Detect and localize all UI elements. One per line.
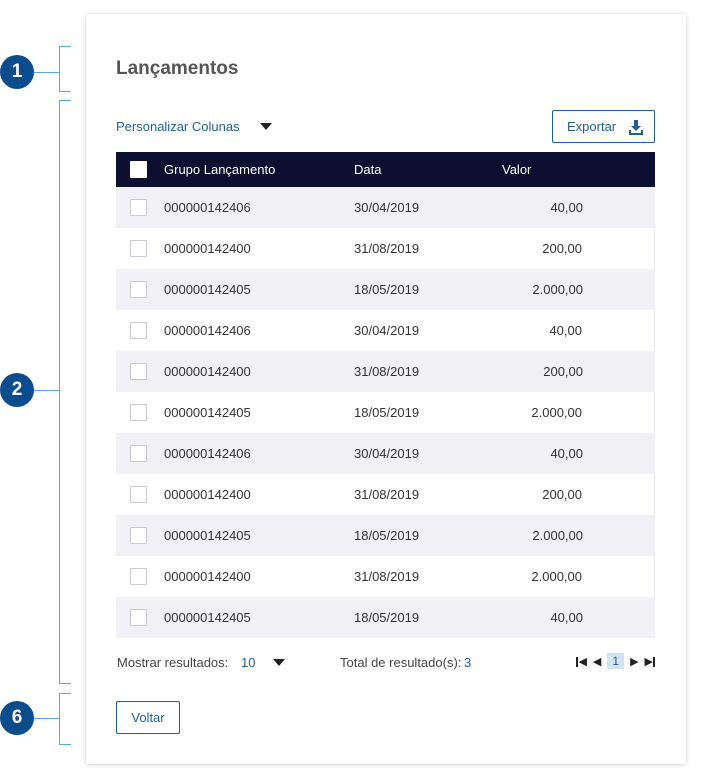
entries-table: Grupo Lançamento Data Valor 000000142406… (116, 152, 655, 638)
column-header-value[interactable]: Valor (502, 152, 531, 187)
page-number-current[interactable]: 1 (607, 653, 625, 669)
annotation-line-1 (34, 72, 59, 73)
cell-group: 000000142405 (164, 405, 251, 420)
cell-group: 000000142400 (164, 364, 251, 379)
cell-date: 18/05/2019 (354, 610, 420, 625)
row-checkbox[interactable] (130, 527, 147, 544)
page-title: Lançamentos (116, 58, 239, 79)
back-button[interactable]: Voltar (116, 701, 180, 734)
table-row[interactable]: 000000142406 30/04/2019 40,00 (116, 187, 655, 228)
annotation-marker-2: 2 (0, 373, 34, 407)
cell-date: 18/05/2019 (354, 405, 420, 420)
table-row[interactable]: 000000142400 31/08/2019 2.000,00 (116, 556, 655, 597)
annotation-line-6 (34, 718, 59, 719)
export-button[interactable]: Exportar (552, 110, 655, 143)
row-checkbox[interactable] (130, 199, 147, 216)
table-row[interactable]: 000000142406 30/04/2019 40,00 (116, 433, 655, 474)
row-checkbox[interactable] (130, 568, 147, 585)
caret-down-icon (259, 123, 272, 130)
row-checkbox[interactable] (130, 363, 147, 380)
last-page-icon[interactable]: ▶ (645, 655, 655, 668)
cell-value: 40,00 (549, 323, 582, 338)
cell-value: 200,00 (542, 241, 582, 256)
download-icon (629, 119, 644, 135)
annotation-line-2 (34, 390, 59, 391)
select-all-checkbox[interactable] (130, 161, 147, 178)
cell-group: 000000142406 (164, 200, 251, 215)
cell-group: 000000142405 (164, 528, 251, 543)
customize-columns-dropdown[interactable]: Personalizar Colunas (116, 119, 272, 134)
pagination: ◀ ◀ 1 ▶ ▶ (576, 653, 655, 669)
table-row[interactable]: 000000142405 18/05/2019 2.000,00 (116, 392, 655, 433)
row-checkbox[interactable] (130, 404, 147, 421)
total-results-label: Total de resultado(s): (340, 655, 462, 670)
table-row[interactable]: 000000142400 31/08/2019 200,00 (116, 474, 655, 515)
cell-value: 40,00 (550, 446, 583, 461)
cell-group: 000000142405 (164, 282, 251, 297)
row-checkbox[interactable] (130, 486, 147, 503)
first-page-icon[interactable]: ◀ (576, 655, 587, 668)
annotation-bracket-1 (59, 46, 71, 92)
cell-value: 2.000,00 (532, 528, 583, 543)
cell-group: 000000142400 (164, 241, 251, 256)
cell-date: 30/04/2019 (354, 200, 420, 215)
table-row[interactable]: 000000142400 31/08/2019 200,00 (116, 228, 655, 269)
cell-value: 2.000,00 (531, 405, 582, 420)
cell-date: 30/04/2019 (354, 446, 420, 461)
caret-down-icon (273, 659, 286, 666)
cell-date: 31/08/2019 (354, 487, 420, 502)
show-results-select[interactable]: 10 (241, 655, 286, 670)
table-row[interactable]: 000000142405 18/05/2019 2.000,00 (116, 269, 655, 310)
row-checkbox[interactable] (130, 240, 147, 257)
cell-group: 000000142406 (164, 323, 251, 338)
annotation-bracket-6 (59, 693, 71, 745)
row-checkbox[interactable] (130, 322, 147, 339)
show-results-label: Mostrar resultados: (117, 655, 229, 670)
cell-date: 30/04/2019 (354, 323, 420, 338)
table-row[interactable]: 000000142400 31/08/2019 200,00 (116, 351, 655, 392)
table-row[interactable]: 000000142405 18/05/2019 2.000,00 (116, 515, 655, 556)
table-footer: Mostrar resultados: 10 Total de resultad… (116, 653, 655, 671)
cell-date: 31/08/2019 (354, 569, 420, 584)
cell-value: 40,00 (550, 610, 583, 625)
customize-columns-label: Personalizar Colunas (116, 119, 240, 134)
table-row[interactable]: 000000142405 18/05/2019 40,00 (116, 597, 655, 638)
row-checkbox[interactable] (130, 609, 147, 626)
next-page-icon[interactable]: ▶ (630, 655, 638, 668)
column-header-group[interactable]: Grupo Lançamento (164, 152, 275, 187)
annotation-marker-6: 6 (0, 701, 34, 735)
cell-value: 40,00 (550, 200, 583, 215)
cell-value: 2.000,00 (532, 282, 583, 297)
prev-page-icon[interactable]: ◀ (593, 655, 601, 668)
row-checkbox[interactable] (130, 281, 147, 298)
column-header-date[interactable]: Data (354, 152, 381, 187)
annotation-marker-1: 1 (0, 55, 34, 89)
cell-value: 200,00 (543, 364, 583, 379)
export-label: Exportar (567, 119, 617, 134)
cell-value: 2.000,00 (531, 569, 582, 584)
table-row[interactable]: 000000142406 30/04/2019 40,00 (116, 310, 655, 351)
cell-value: 200,00 (542, 487, 582, 502)
cell-date: 18/05/2019 (354, 282, 420, 297)
annotation-bracket-2 (59, 100, 71, 684)
cell-date: 31/08/2019 (354, 364, 420, 379)
cell-group: 000000142405 (164, 610, 251, 625)
cell-group: 000000142406 (164, 446, 251, 461)
cell-group: 000000142400 (164, 487, 251, 502)
cell-date: 18/05/2019 (354, 528, 420, 543)
show-results-value: 10 (241, 655, 256, 670)
table-body: 000000142406 30/04/2019 40,00 000000142400 3… (116, 187, 655, 638)
table-header: Grupo Lançamento Data Valor (116, 152, 655, 187)
row-checkbox[interactable] (130, 445, 147, 462)
total-results-value: 3 (464, 655, 472, 670)
cell-group: 000000142400 (164, 569, 251, 584)
cell-date: 31/08/2019 (354, 241, 420, 256)
